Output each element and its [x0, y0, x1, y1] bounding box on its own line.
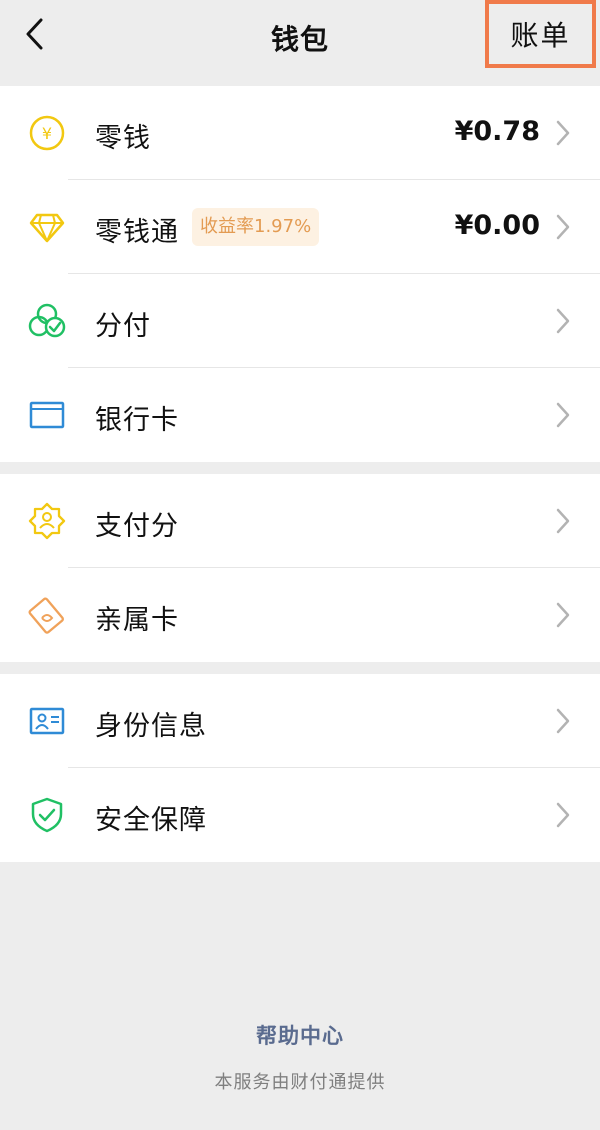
- chevron-right-icon: [556, 708, 570, 734]
- item-label: 亲属卡: [95, 605, 179, 636]
- list-item-family-card[interactable]: 亲属卡: [0, 568, 600, 662]
- top-bar: 钱包 账单: [0, 0, 600, 86]
- item-label: 身份信息: [95, 711, 207, 742]
- chevron-right-icon: [556, 214, 570, 240]
- item-label: 分付: [95, 311, 151, 342]
- wallet-group-credit: 支付分 亲属卡: [0, 474, 600, 662]
- diamond-icon: [29, 213, 65, 243]
- chevron-right-icon: [556, 308, 570, 334]
- yield-rate-badge: 收益率1.97%: [192, 208, 320, 246]
- svg-text:¥: ¥: [42, 124, 52, 143]
- yen-coin-icon: ¥: [29, 115, 65, 151]
- list-item-payment-score[interactable]: 支付分: [0, 474, 600, 568]
- wallet-group-funds: ¥ 零钱 ¥0.78 零钱通 收益率1.97% ¥0.00 分付 银行卡: [0, 86, 600, 462]
- balance-amount: ¥0.00: [454, 210, 540, 241]
- cloud-check-icon: [28, 303, 66, 338]
- list-item-lingqiantong[interactable]: 零钱通 收益率1.97% ¥0.00: [0, 180, 600, 274]
- provider-note: 本服务由财付通提供: [214, 1072, 386, 1093]
- bill-button[interactable]: 账单: [485, 0, 596, 68]
- list-item-identity[interactable]: 身份信息: [0, 674, 600, 768]
- list-item-bank-card[interactable]: 银行卡: [0, 368, 600, 462]
- list-item-security[interactable]: 安全保障: [0, 768, 600, 862]
- chevron-right-icon: [556, 120, 570, 146]
- id-card-icon: [29, 707, 65, 735]
- balance-amount: ¥0.78: [454, 116, 540, 147]
- family-card-icon: [28, 597, 64, 634]
- list-item-fenfu[interactable]: 分付: [0, 274, 600, 368]
- item-label: 零钱: [95, 123, 151, 154]
- chevron-right-icon: [556, 602, 570, 628]
- item-label: 安全保障: [95, 805, 207, 836]
- badge-person-icon: [28, 502, 66, 540]
- chevron-right-icon: [556, 402, 570, 428]
- wallet-group-security: 身份信息 安全保障: [0, 674, 600, 862]
- help-center-link[interactable]: 帮助中心: [0, 1020, 600, 1050]
- chevron-right-icon: [556, 802, 570, 828]
- item-label: 支付分: [95, 511, 179, 542]
- bank-card-icon: [29, 401, 65, 429]
- item-label: 银行卡: [95, 405, 179, 436]
- item-label: 零钱通: [95, 217, 179, 248]
- chevron-right-icon: [556, 508, 570, 534]
- list-item-change[interactable]: ¥ 零钱 ¥0.78: [0, 86, 600, 180]
- shield-check-icon: [31, 797, 63, 833]
